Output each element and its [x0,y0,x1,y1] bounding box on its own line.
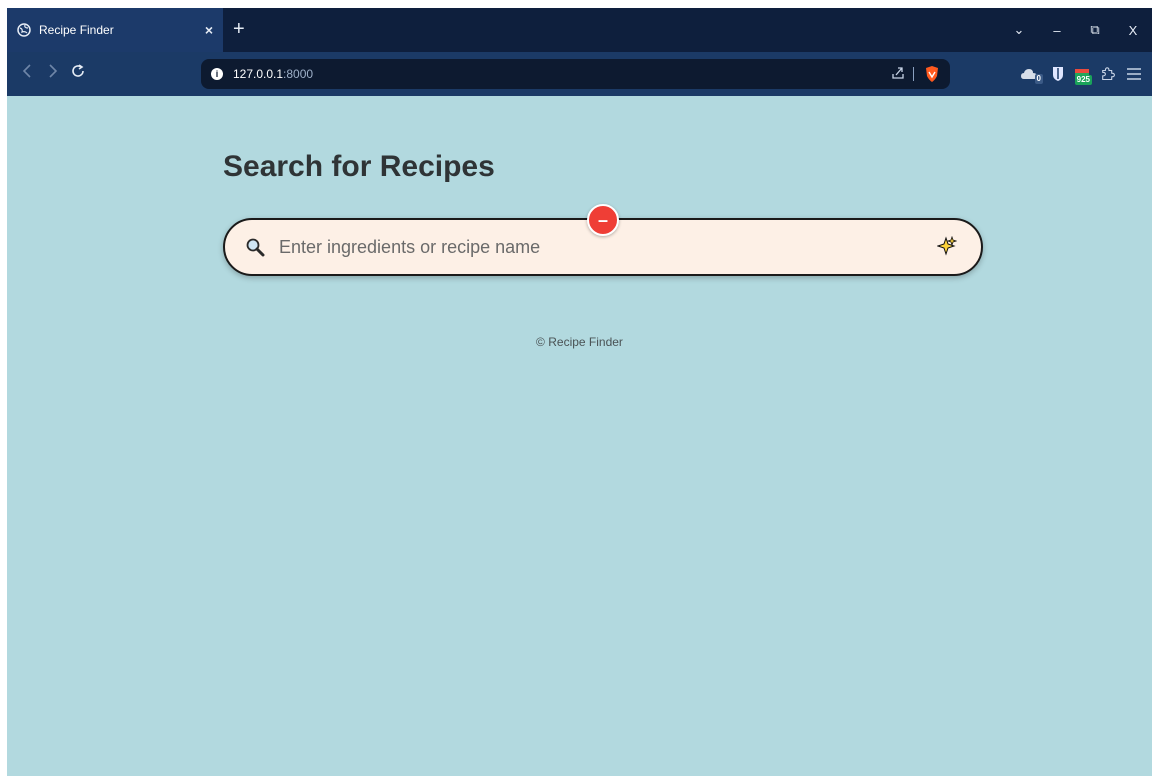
footer: © Recipe Finder [536,335,623,349]
tab-close-button[interactable]: × [205,22,213,38]
sparkle-icon[interactable] [936,235,958,259]
puzzle-icon[interactable] [1100,66,1116,82]
page-content: Search for Recipes – © Recipe Finder [7,96,1152,776]
minimize-button[interactable]: – [1038,23,1076,38]
omnibox-divider [913,67,914,81]
menu-icon[interactable] [1126,67,1142,81]
extensions-area: 0 925 [1020,52,1152,96]
tab-strip: Recipe Finder × + ⌄ – ⧉ X [7,8,1152,52]
tab-title: Recipe Finder [39,23,114,37]
tab-recipe-finder[interactable]: Recipe Finder × [7,8,223,52]
tab-search-dropdown[interactable]: ⌄ [1000,22,1038,38]
url-port: :8000 [283,67,314,81]
reload-button[interactable] [69,62,87,85]
forward-button[interactable] [47,62,59,85]
window-controls: ⌄ – ⧉ X [1000,8,1152,52]
cloud-icon[interactable]: 0 [1020,67,1043,84]
info-icon[interactable]: i [211,68,223,80]
globe-icon [17,23,31,37]
new-tab-button[interactable]: + [233,19,245,39]
close-window-button[interactable]: X [1114,23,1152,38]
bitwarden-icon[interactable] [1052,66,1064,82]
page-title: Search for Recipes [223,150,495,183]
brave-shield-icon[interactable] [924,65,940,88]
cloud-badge: 0 [1034,74,1043,84]
share-icon[interactable] [890,65,906,86]
calendar-icon[interactable]: 925 [1074,66,1092,85]
address-bar[interactable]: i 127.0.0.1 :8000 [201,59,950,89]
url-host: 127.0.0.1 [233,67,284,81]
restore-button[interactable]: ⧉ [1076,22,1114,38]
browser-toolbar: i 127.0.0.1 :8000 0 925 [7,52,1152,96]
search-icon [245,237,265,257]
browser-window: Recipe Finder × + ⌄ – ⧉ X i 127.0.0.1 :8… [7,8,1152,776]
back-button[interactable] [21,62,33,85]
remove-button[interactable]: – [587,204,619,236]
search-input[interactable] [277,235,937,259]
calendar-badge: 925 [1074,75,1092,85]
